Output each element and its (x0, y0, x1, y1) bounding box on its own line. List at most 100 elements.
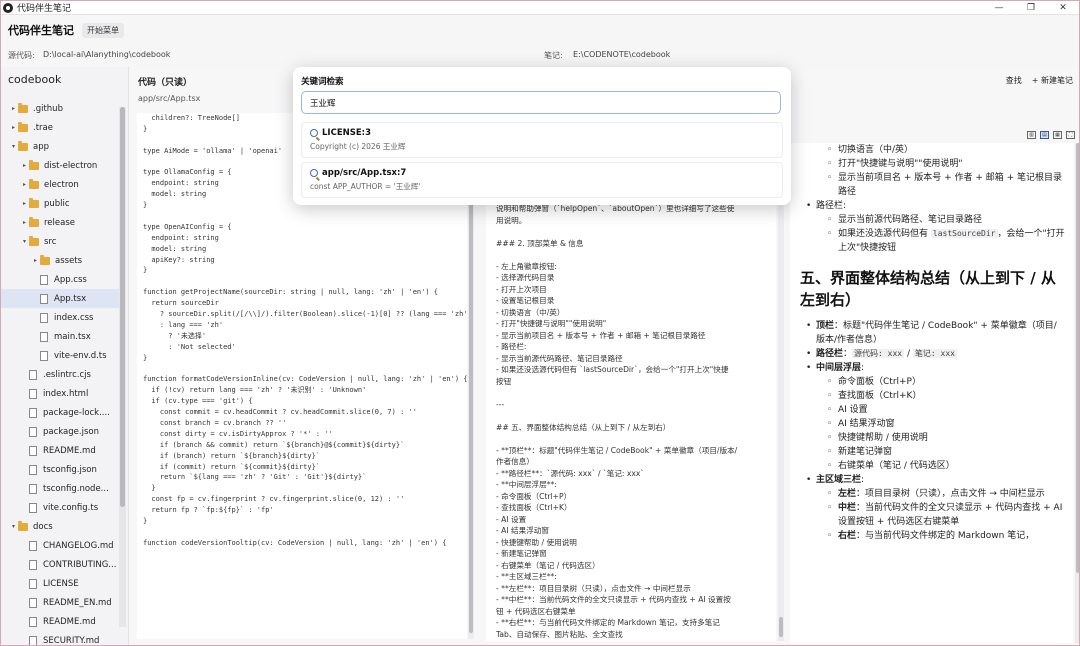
preview-list-item: 中栏：当前代码文件的全文只读显示 + 代码内查找 + AI 设置按钮 + 代码选… (798, 501, 1065, 529)
code-line: ? '未选择' (143, 331, 207, 340)
code-line: } (143, 353, 148, 362)
close-button[interactable]: ✕ (1047, 1, 1079, 15)
tree-file[interactable]: CHANGELOG.md (1, 536, 119, 555)
split-preview-icon[interactable]: ▦ (1053, 131, 1062, 139)
minimize-button[interactable]: — (983, 1, 1015, 15)
markdown-line (496, 433, 766, 445)
tree-item-label: src (44, 236, 57, 247)
path-bar: 源代码: D:\local-ai\Alanything\codebook 笔记:… (1, 45, 1079, 65)
markdown-line: - AI 结果浮动窗 (496, 526, 549, 535)
markdown-line: ## 五、界面整体结构总结（从上到下 / 从左到右） (496, 422, 671, 432)
tree-item-label: dist-electron (44, 160, 98, 171)
sidebar-scrollbar[interactable] (119, 107, 126, 627)
tree-file[interactable]: README.md (1, 441, 119, 460)
tree-folder[interactable]: ▸ public (1, 194, 119, 213)
tree-item-label: .github (33, 103, 63, 114)
folder-icon (29, 178, 39, 189)
markdown-scrollbar[interactable] (778, 197, 784, 641)
tree-folder[interactable]: ▸ assets (1, 251, 119, 270)
tree-item-label: public (44, 198, 70, 209)
chevron-down-icon[interactable]: ▾ (20, 238, 29, 245)
preview-scrollbar[interactable] (1075, 143, 1079, 643)
tree-item-label: assets (55, 255, 83, 266)
start-menu-button[interactable]: 开始菜单 (82, 22, 124, 38)
file-icon (29, 388, 37, 399)
split-editor-icon[interactable]: ▥ (1027, 131, 1036, 139)
tree-file[interactable]: index.html (1, 384, 119, 403)
tree-folder[interactable]: ▸ release (1, 213, 119, 232)
find-button[interactable]: 查找 (1006, 75, 1022, 86)
tree-file[interactable]: .eslintrc.cjs (1, 365, 119, 384)
chevron-right-icon[interactable]: ▸ (20, 181, 29, 188)
code-line: if (commit) return `${commit}${dirty}` (143, 462, 321, 471)
chevron-right-icon[interactable]: ▸ (9, 124, 18, 131)
tree-item-label: vite-env.d.ts (54, 350, 107, 361)
view-mode-switcher: ▥ ▤ ▦ ⛶ (1027, 131, 1075, 139)
preview-list-item: 右键菜单（笔记 / 代码选区） (798, 459, 1065, 473)
chevron-down-icon[interactable]: ▾ (9, 143, 18, 150)
tree-file[interactable]: vite-env.d.ts (1, 346, 119, 365)
tree-item-label: SECURITY.md (43, 635, 100, 646)
markdown-line: - 显示当前源代码路径、笔记目录路径 (496, 353, 623, 363)
tree-root-title: codebook (8, 73, 62, 86)
tree-file[interactable]: package.json (1, 422, 119, 441)
chevron-right-icon[interactable]: ▸ (20, 219, 29, 226)
tree-item-label: README.md (43, 616, 96, 627)
tree-item-label: vite.config.ts (43, 502, 99, 513)
markdown-line: - 左上角徽章按钮: (496, 261, 557, 271)
code-file-path: app/src/App.tsx (138, 94, 201, 103)
file-icon (29, 464, 37, 475)
markdown-line: - **中间层浮层**: (496, 480, 557, 489)
code-line: } (143, 516, 148, 525)
tree-folder[interactable]: ▸ .trae (1, 118, 119, 137)
code-line: if (!cv) return lang === 'zh' ? '未识别' : … (143, 386, 367, 395)
fullscreen-icon[interactable]: ⛶ (1066, 131, 1075, 139)
tree-item-label: CHANGELOG.md (43, 540, 114, 551)
tree-file[interactable]: vite.config.ts (1, 498, 119, 517)
tree-file[interactable]: tsconfig.node... (1, 479, 119, 498)
tree-folder[interactable]: ▸ dist-electron (1, 156, 119, 175)
tree-file[interactable]: index.css (1, 308, 119, 327)
tree-file[interactable]: SECURITY.md (1, 631, 119, 646)
tree-folder[interactable]: ▸ electron (1, 175, 119, 194)
markdown-preview: 切换语言（中/英）打开"快捷键与说明""使用说明"显示当前项目名 + 版本号 +… (790, 143, 1073, 643)
tree-file[interactable]: App.css (1, 270, 119, 289)
tree-file[interactable]: App.tsx (1, 289, 119, 308)
tree-folder[interactable]: ▾ docs (1, 517, 119, 536)
new-note-button[interactable]: + 新建笔记 (1032, 75, 1073, 86)
tree-folder[interactable]: ▾ app (1, 137, 119, 156)
note-path-label: 笔记: (544, 51, 563, 60)
maximize-button[interactable]: ❐ (1015, 1, 1047, 15)
tree-file[interactable]: LICENSE (1, 574, 119, 593)
tree-folder[interactable]: ▸ .github (1, 99, 119, 118)
chevron-down-icon[interactable]: ▾ (9, 523, 18, 530)
chevron-right-icon[interactable]: ▸ (20, 162, 29, 169)
tree-file[interactable]: CONTRIBUTING... (1, 555, 119, 574)
tree-file[interactable]: README.md (1, 612, 119, 631)
chevron-right-icon[interactable]: ▸ (20, 200, 29, 207)
chevron-right-icon[interactable]: ▸ (9, 105, 18, 112)
search-result-item[interactable]: app/src/App.tsx:7 const APP_AUTHOR = '王业… (301, 162, 783, 198)
tree-folder[interactable]: ▾ src (1, 232, 119, 251)
search-result-item[interactable]: LICENSE:3 Copyright (c) 2026 王业辉 (301, 122, 783, 158)
markdown-line: 用说明。 (496, 215, 527, 225)
keyword-search-input[interactable] (301, 91, 781, 114)
note-path-value: E:\CODENOTE\codebook (573, 50, 671, 59)
tree-file[interactable]: tsconfig.json (1, 460, 119, 479)
split-both-icon[interactable]: ▤ (1040, 131, 1049, 139)
file-icon (29, 540, 37, 551)
chevron-right-icon[interactable]: ▸ (31, 257, 40, 264)
markdown-editor[interactable]: 说明和帮助弹窗（`helpOpen`、`aboutOpen`）里也详细写了这些使… (486, 197, 776, 641)
preview-list-item: 顶栏：标题"代码伴生笔记 / CodeBook" + 菜单徽章（项目/版本/作者… (798, 319, 1065, 347)
tree-file[interactable]: package-lock.... (1, 403, 119, 422)
code-line: return sourceDir (143, 299, 219, 308)
tree-file[interactable]: main.tsx (1, 327, 119, 346)
file-icon (29, 407, 37, 418)
tree-item-label: CONTRIBUTING... (43, 559, 117, 570)
tree-item-label: main.tsx (54, 331, 91, 342)
markdown-line: - 查找面板（Ctrl+K） (496, 503, 572, 512)
markdown-line: 钮 + 代码选区右键菜单 (496, 606, 576, 616)
window-controls: — ❐ ✕ (983, 1, 1079, 15)
tree-file[interactable]: README_EN.md (1, 593, 119, 612)
